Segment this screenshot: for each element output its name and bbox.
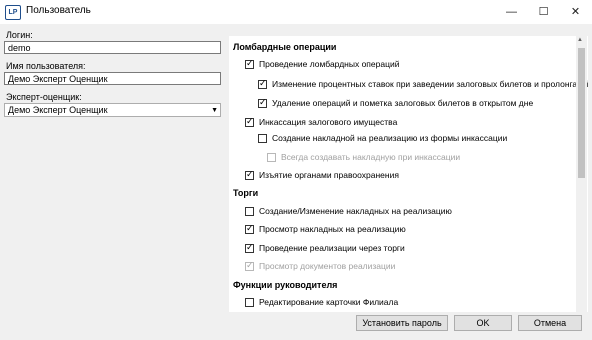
permission-row[interactable]: Инкассация залогового имущества <box>245 115 398 130</box>
username-field[interactable]: Демо Эксперт Оценщик <box>4 72 221 85</box>
checkbox[interactable] <box>267 153 276 163</box>
checkbox[interactable] <box>245 207 254 217</box>
username-label: Имя пользователя: <box>6 61 86 71</box>
scroll-thumb[interactable] <box>578 48 585 178</box>
checkbox[interactable] <box>258 96 267 109</box>
login-label: Логин: <box>6 30 33 40</box>
expert-label: Эксперт-оценщик: <box>6 92 82 102</box>
maximize-button[interactable]: ☐ <box>526 0 561 24</box>
permission-label: Проведение ломбардных операций <box>259 59 400 70</box>
permission-row[interactable]: Просмотр накладных на реализацию <box>245 222 406 237</box>
expert-select[interactable]: Демо Эксперт Оценщик ▼ <box>4 103 221 117</box>
checkbox[interactable] <box>245 168 254 181</box>
permission-row[interactable]: Проведение реализации через торги <box>245 241 405 256</box>
permission-row[interactable]: Всегда создавать накладную при инкассаци… <box>267 151 460 165</box>
cancel-button[interactable]: Отмена <box>518 315 582 331</box>
ok-button[interactable]: OK <box>454 315 512 331</box>
permission-row[interactable]: Редактирование карточки Филиала <box>245 296 398 310</box>
permission-label: Проведение реализации через торги <box>259 243 405 254</box>
permission-label: Просмотр документов реализации <box>259 261 396 272</box>
section-title-lombard: Ломбардные операции <box>233 42 337 52</box>
section-title-manager: Функции руководителя <box>233 280 338 290</box>
checkbox[interactable] <box>245 222 254 235</box>
permission-label: Изменение процентных ставок при заведени… <box>272 79 588 90</box>
permissions-panel: Ломбардные операции Проведение ломбардны… <box>229 36 588 312</box>
permission-row[interactable]: Изменение процентных ставок при заведени… <box>258 77 588 92</box>
section-title-trade: Торги <box>233 188 259 198</box>
permission-row[interactable]: Просмотр документов реализации <box>245 259 396 274</box>
permission-label: Всегда создавать накладную при инкассаци… <box>281 152 461 163</box>
permission-label: Изъятие органами правоохранения <box>259 170 399 181</box>
app-logo-icon: LP <box>5 5 21 20</box>
set-password-button[interactable]: Установить пароль <box>356 315 448 331</box>
expert-select-value: Демо Эксперт Оценщик <box>8 105 108 115</box>
checkbox[interactable] <box>258 134 267 144</box>
checkbox[interactable] <box>245 115 254 128</box>
permission-label: Создание накладной на реализацию из форм… <box>272 133 508 144</box>
permission-row[interactable]: Создание накладной на реализацию из форм… <box>258 132 507 146</box>
minimize-button[interactable]: — <box>494 0 529 24</box>
permission-label: Создание/Изменение накладных на реализац… <box>259 206 452 217</box>
checkbox[interactable] <box>258 77 267 90</box>
scroll-up-icon[interactable]: ▲ <box>577 37 583 43</box>
permission-row[interactable]: Удаление операций и пометка залоговых би… <box>258 96 534 111</box>
checkbox[interactable] <box>245 241 254 254</box>
permission-row[interactable]: Изъятие органами правоохранения <box>245 168 399 183</box>
permission-label: Редактирование карточки Филиала <box>259 297 399 308</box>
permission-label: Просмотр накладных на реализацию <box>259 224 406 235</box>
checkbox[interactable] <box>245 259 254 272</box>
chevron-down-icon[interactable]: ▼ <box>211 104 218 117</box>
permission-label: Инкассация залогового имущества <box>259 117 398 128</box>
checkbox[interactable] <box>245 298 254 308</box>
permission-row[interactable]: Создание/Изменение накладных на реализац… <box>245 205 452 219</box>
permission-row[interactable]: Проведение ломбардных операций <box>245 57 400 72</box>
permission-label: Удаление операций и пометка залоговых би… <box>272 98 534 109</box>
window-title: Пользователь <box>26 5 91 16</box>
close-button[interactable]: ✕ <box>558 0 592 24</box>
login-field[interactable]: demo <box>4 41 221 54</box>
checkbox[interactable] <box>245 57 254 70</box>
